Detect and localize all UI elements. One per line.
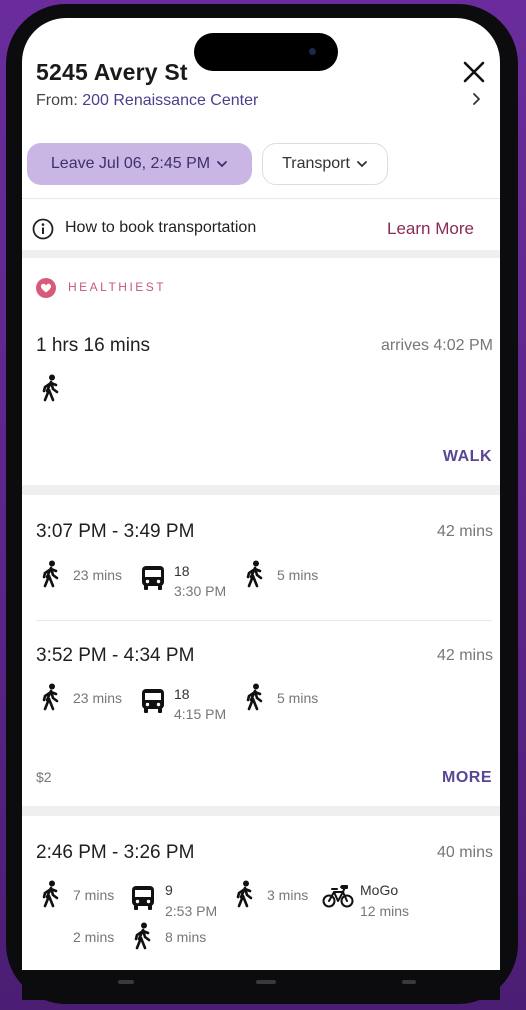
divider xyxy=(36,620,492,621)
walk-arrival: arrives 4:02 PM xyxy=(380,337,493,354)
walk-icon xyxy=(42,880,59,908)
section-gap xyxy=(22,250,500,258)
walk-leg-duration: 8 mins xyxy=(165,929,207,945)
walk-icon xyxy=(246,560,263,588)
section-gap xyxy=(22,806,500,816)
route-screen: 5245 Avery St From: 200 Renaissance Cent… xyxy=(22,18,500,970)
heart-icon xyxy=(36,278,56,298)
system-nav-bar xyxy=(22,970,500,1000)
transport-label: Transport xyxy=(282,155,350,172)
section-gap xyxy=(22,485,500,495)
bus-route-number: 9 xyxy=(165,882,173,898)
info-icon xyxy=(32,218,54,240)
walk-duration: 1 hrs 16 mins xyxy=(36,335,151,356)
walk-icon xyxy=(246,683,263,711)
close-icon[interactable] xyxy=(458,56,490,88)
transport-chip[interactable]: Transport xyxy=(262,143,388,185)
destination-title: 5245 Avery St xyxy=(36,59,188,85)
more-button[interactable]: MORE xyxy=(442,769,492,787)
transit-option-1-time: 3:07 PM - 3:49 PM xyxy=(36,521,195,542)
bus-route-number: 18 xyxy=(174,686,190,702)
bus-icon xyxy=(142,689,164,713)
walk-icon xyxy=(42,374,59,402)
healthiest-badge: HEALTHIEST xyxy=(68,280,167,294)
walk-leg-duration: 23 mins xyxy=(73,690,123,706)
bike-share-name: MoGo xyxy=(360,882,399,898)
bus-departure-time: 2:53 PM xyxy=(165,903,218,919)
walk-icon xyxy=(134,922,151,950)
origin-location: 200 Renaissance Center xyxy=(82,92,259,109)
mixed-option-duration: 40 mins xyxy=(436,844,493,861)
mixed-option-time: 2:46 PM - 3:26 PM xyxy=(36,842,195,863)
origin-line[interactable]: From: 200 Renaissance Center xyxy=(36,92,258,110)
leave-time-chip[interactable]: Leave Jul 06, 2:45 PM xyxy=(27,143,252,185)
dynamic-island xyxy=(194,33,338,71)
chevron-down-icon xyxy=(217,161,228,168)
chevron-right-icon[interactable] xyxy=(470,92,484,106)
divider xyxy=(22,198,500,199)
walk-leg-duration: 3 mins xyxy=(267,887,309,903)
leg-duration: 2 mins xyxy=(73,929,115,945)
origin-prefix: From: xyxy=(36,92,83,109)
walk-leg-duration: 7 mins xyxy=(73,887,115,903)
booking-info-text: How to book transportation xyxy=(65,219,257,236)
bus-departure-time: 3:30 PM xyxy=(174,583,227,599)
transit-option-1-duration: 42 mins xyxy=(436,523,493,540)
learn-more-link[interactable]: Learn More xyxy=(387,219,474,239)
transit-option-2-time: 3:52 PM - 4:34 PM xyxy=(36,645,195,666)
walk-leg-duration: 23 mins xyxy=(73,567,123,583)
leave-time-label: Leave Jul 06, 2:45 PM xyxy=(50,155,211,172)
transit-price: $2 xyxy=(36,769,52,785)
bus-departure-time: 4:15 PM xyxy=(174,706,227,722)
chevron-down-icon xyxy=(357,161,367,168)
bike-share-duration: 12 mins xyxy=(360,903,410,919)
bus-route-number: 18 xyxy=(174,563,190,579)
bike-icon xyxy=(322,885,354,908)
walk-button[interactable]: WALK xyxy=(443,448,492,466)
bus-icon xyxy=(132,886,154,910)
walk-icon xyxy=(42,683,59,711)
walk-icon xyxy=(42,560,59,588)
walk-leg-duration: 5 mins xyxy=(277,567,319,583)
bus-icon xyxy=(142,566,164,590)
walk-leg-duration: 5 mins xyxy=(277,690,319,706)
walk-icon xyxy=(236,880,253,908)
transit-option-2-duration: 42 mins xyxy=(436,647,493,664)
